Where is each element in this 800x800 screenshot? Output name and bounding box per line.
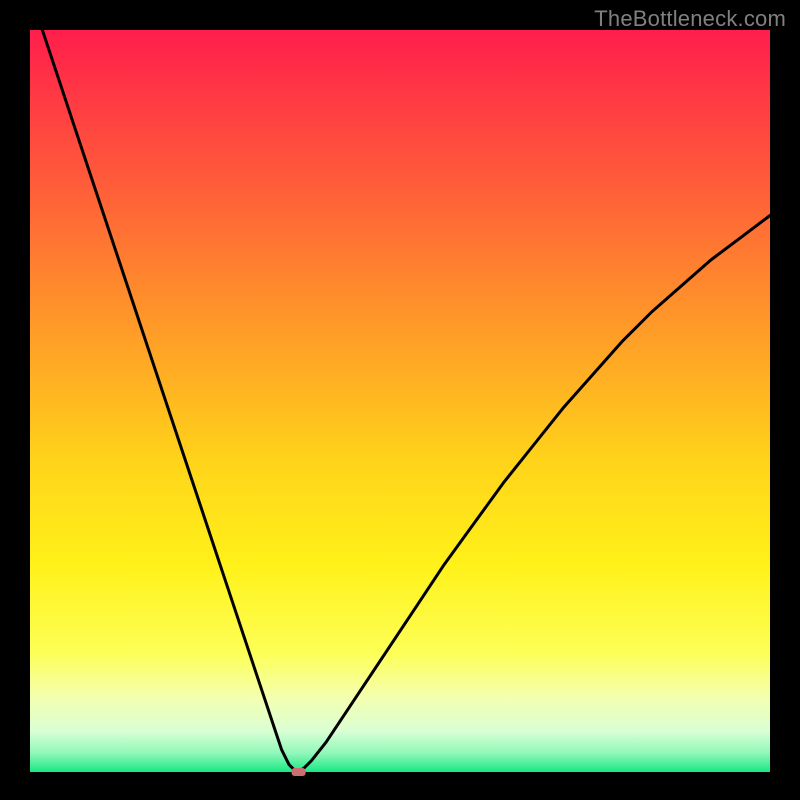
watermark-text: TheBottleneck.com <box>594 6 786 32</box>
plot-area <box>30 30 770 772</box>
bottleneck-chart <box>0 0 800 800</box>
selected-marker <box>292 768 306 776</box>
chart-frame: TheBottleneck.com <box>0 0 800 800</box>
